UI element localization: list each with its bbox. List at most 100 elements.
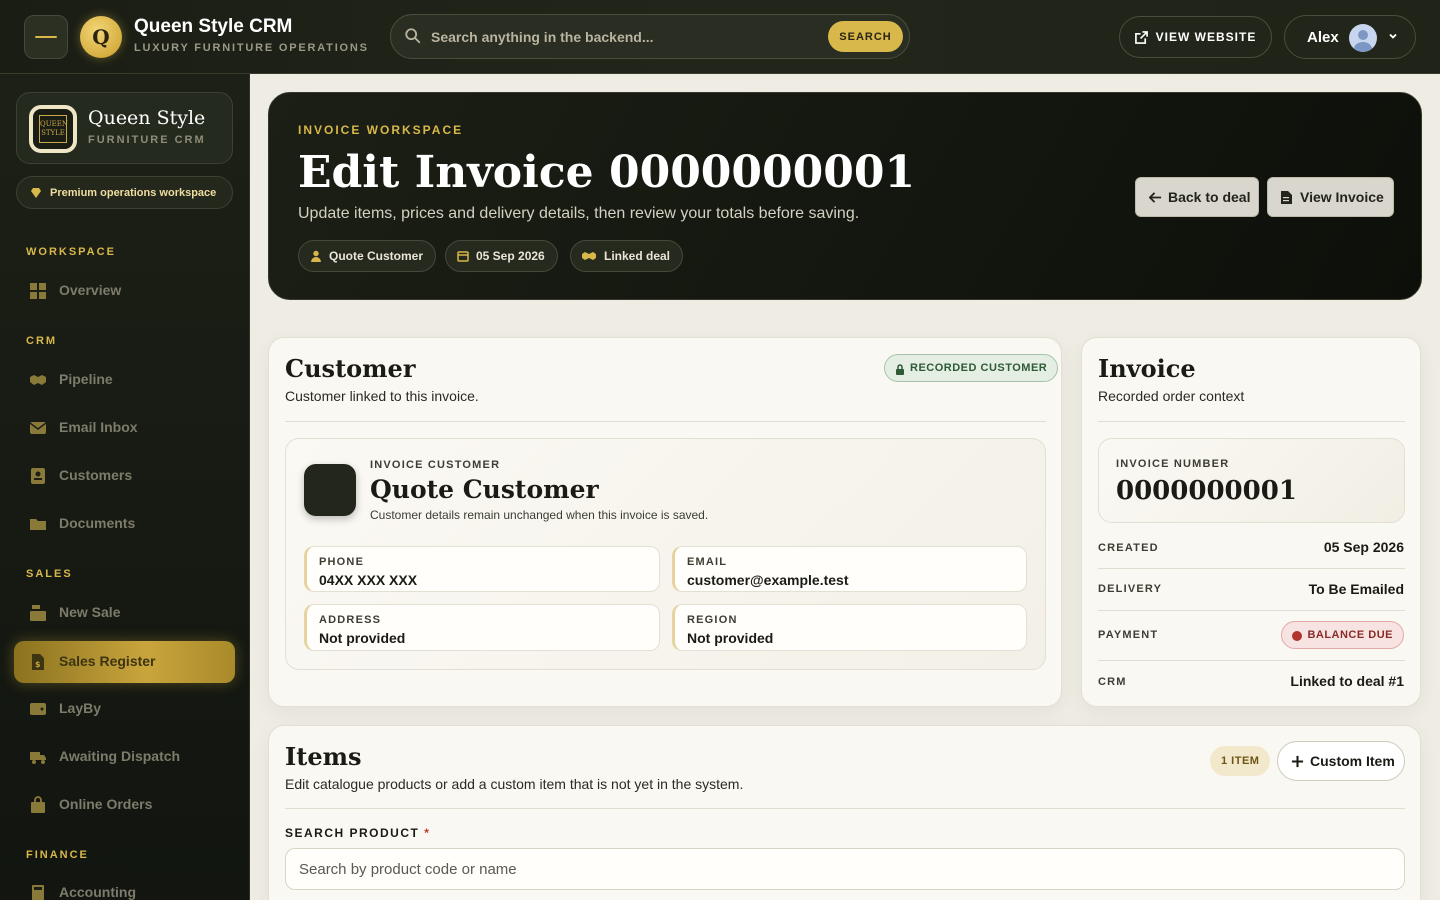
divider <box>285 421 1046 422</box>
section-crm: CRM <box>26 335 58 347</box>
sidebar-item-customers[interactable]: Customers <box>14 455 235 497</box>
sidebar-item-label: New Sale <box>59 604 121 620</box>
items-card-subtitle: Edit catalogue products or add a custom … <box>285 776 744 792</box>
search-icon <box>405 28 421 44</box>
items-card: Items Edit catalogue products or add a c… <box>268 725 1421 900</box>
invoice-number-label: INVOICE NUMBER <box>1116 458 1230 470</box>
region-value: Not provided <box>687 630 774 646</box>
chip-linked-deal: Linked deal <box>570 240 684 272</box>
sidebar-item-email-inbox[interactable]: Email Inbox <box>14 407 235 449</box>
customer-card-subtitle: Customer linked to this invoice. <box>285 388 479 404</box>
email-label: EMAIL <box>687 556 728 568</box>
back-to-deal-label: Back to deal <box>1168 189 1251 205</box>
phone-field: PHONE 04XX XXX XXX <box>304 546 660 592</box>
divider <box>1098 421 1405 422</box>
region-field: REGION Not provided <box>672 604 1027 651</box>
brand-subtitle: LUXURY FURNITURE OPERATIONS <box>134 42 369 54</box>
folder-icon <box>30 519 46 530</box>
sidebar-brand-title: Queen Style <box>88 107 206 129</box>
envelope-icon <box>29 422 47 434</box>
payment-label: PAYMENT <box>1098 629 1159 641</box>
delivery-label: DELIVERY <box>1098 583 1163 595</box>
menu-toggle-button[interactable] <box>24 15 68 59</box>
email-value: customer@example.test <box>687 572 849 588</box>
sidebar-item-layby[interactable]: LayBy <box>14 688 235 730</box>
workspace-pill: Premium operations workspace <box>16 176 233 209</box>
view-invoice-label: View Invoice <box>1300 189 1384 205</box>
invoice-number-box: INVOICE NUMBER 0000000001 <box>1098 438 1405 523</box>
chip-deal-label: Linked deal <box>604 249 671 263</box>
invoice-number-value: 0000000001 <box>1116 476 1297 506</box>
delivery-value: To Be Emailed <box>1308 581 1404 597</box>
search-input[interactable] <box>431 25 811 49</box>
sidebar-item-label: Pipeline <box>59 371 113 387</box>
calendar-icon <box>457 251 469 262</box>
back-to-deal-button[interactable]: Back to deal <box>1135 177 1259 217</box>
view-website-button[interactable]: VIEW WEBSITE <box>1119 16 1272 58</box>
wallet-icon <box>30 703 46 715</box>
id-card-icon <box>31 468 45 484</box>
custom-item-label: Custom Item <box>1310 753 1395 769</box>
calculator-icon <box>32 885 44 900</box>
alert-icon <box>1292 631 1303 641</box>
chevron-down-icon <box>1389 33 1397 39</box>
phone-label: PHONE <box>319 556 365 568</box>
top-bar: Q Queen Style CRM LUXURY FURNITURE OPERA… <box>0 0 1440 74</box>
diamond-icon <box>31 188 41 198</box>
brand-title: Queen Style CRM <box>134 16 293 37</box>
customer-card: Customer Customer linked to this invoice… <box>268 337 1062 707</box>
sidebar-item-label: Awaiting Dispatch <box>59 748 181 764</box>
grid-icon <box>30 283 46 299</box>
search-product-input[interactable] <box>285 848 1405 890</box>
phone-value: 04XX XXX XXX <box>319 572 418 588</box>
sidebar-item-label: Accounting <box>59 884 136 900</box>
sidebar-item-label: Documents <box>59 515 136 531</box>
sidebar-item-pipeline[interactable]: Pipeline <box>14 359 235 401</box>
sidebar-item-label: Email Inbox <box>59 419 138 435</box>
sidebar-item-documents[interactable]: Documents <box>14 503 235 545</box>
email-field: EMAIL customer@example.test <box>672 546 1027 592</box>
invoice-card-subtitle: Recorded order context <box>1098 388 1245 404</box>
region-label: REGION <box>687 614 738 626</box>
svg-text:$: $ <box>35 660 41 669</box>
user-menu[interactable]: Alex <box>1284 15 1416 59</box>
sidebar-item-awaiting-dispatch[interactable]: Awaiting Dispatch <box>14 736 235 778</box>
sidebar-item-overview[interactable]: Overview <box>14 270 235 312</box>
user-icon <box>311 250 321 262</box>
sidebar-item-new-sale[interactable]: New Sale <box>14 592 235 634</box>
customer-note: Customer details remain unchanged when t… <box>370 508 709 522</box>
sidebar-item-label: Customers <box>59 467 133 483</box>
file-invoice-icon: $ <box>32 654 44 670</box>
arrow-left-icon <box>1149 192 1162 203</box>
created-label: CREATED <box>1098 542 1159 554</box>
handshake-icon <box>30 375 46 385</box>
recorded-customer-badge: RECORDED CUSTOMER <box>884 354 1059 382</box>
divider <box>1098 610 1405 611</box>
view-website-label: VIEW WEBSITE <box>1155 30 1257 44</box>
sidebar-item-accounting[interactable]: Accounting <box>14 872 235 900</box>
shopping-bag-icon <box>31 796 45 813</box>
view-invoice-button[interactable]: View Invoice <box>1267 177 1394 217</box>
page-title: Edit Invoice 0000000001 <box>298 147 916 198</box>
divider <box>1098 568 1405 569</box>
file-icon <box>1281 191 1292 204</box>
sidebar-brand-subtitle: FURNITURE CRM <box>88 134 206 146</box>
sidebar-item-sales-register[interactable]: $ Sales Register <box>14 641 235 683</box>
crm-label: CRM <box>1098 676 1127 688</box>
plus-icon <box>1291 755 1304 768</box>
hero-eyebrow: INVOICE WORKSPACE <box>298 123 464 137</box>
global-search: SEARCH <box>390 14 910 59</box>
user-name: Alex <box>1307 29 1339 46</box>
sidebar-item-online-orders[interactable]: Online Orders <box>14 784 235 826</box>
chip-date: 05 Sep 2026 <box>445 240 558 272</box>
chip-date-label: 05 Sep 2026 <box>476 249 545 263</box>
hero-description: Update items, prices and delivery detail… <box>298 205 860 222</box>
divider <box>285 808 1405 809</box>
cash-register-icon <box>30 605 46 621</box>
chip-customer-label: Quote Customer <box>329 249 424 263</box>
handshake-icon <box>582 252 596 260</box>
workspace-pill-label: Premium operations workspace <box>50 186 217 199</box>
sidebar-item-label: Overview <box>59 282 122 298</box>
custom-item-button[interactable]: Custom Item <box>1277 741 1405 781</box>
search-button[interactable]: SEARCH <box>828 21 903 52</box>
